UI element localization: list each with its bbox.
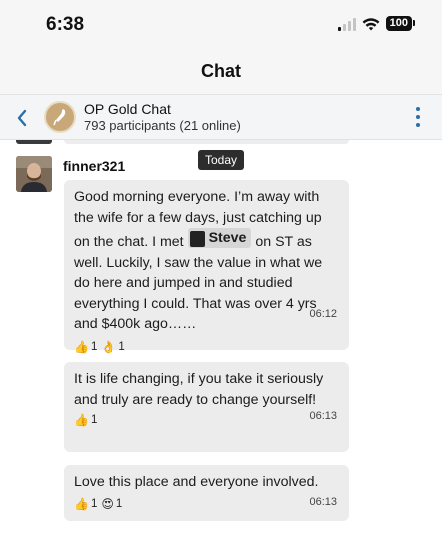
group-name[interactable]: OP Gold Chat bbox=[84, 101, 171, 117]
reaction-thumbs-up[interactable]: 👍 1 bbox=[74, 341, 97, 353]
chevron-left-icon bbox=[17, 109, 27, 127]
cellular-signal-icon bbox=[337, 17, 356, 31]
message-bubble[interactable]: Love this place and everyone involved. 0… bbox=[64, 465, 349, 521]
thumbs-up-icon: 👍 bbox=[74, 413, 89, 427]
status-time: 6:38 bbox=[46, 14, 85, 35]
message-time: 06:13 bbox=[309, 410, 337, 422]
reaction-heart-eyes[interactable]: 😍 1 bbox=[101, 498, 122, 510]
group-avatar[interactable] bbox=[44, 101, 76, 133]
user-photo bbox=[16, 156, 52, 192]
reactions: 👍 1 👌 1 bbox=[74, 341, 339, 353]
date-divider: Today bbox=[198, 150, 244, 170]
message-bubble[interactable]: It is life changing, if you take it seri… bbox=[64, 362, 349, 452]
wifi-icon bbox=[362, 17, 380, 30]
reaction-thumbs-up[interactable]: 👍 1 bbox=[74, 414, 97, 426]
thumbs-up-icon: 👍 bbox=[74, 339, 89, 354]
avatar[interactable] bbox=[16, 156, 52, 192]
nav-bar: Chat bbox=[0, 50, 442, 94]
reactions: 👍 1 😍 1 bbox=[74, 498, 339, 510]
chat-header[interactable]: OP Gold Chat 793 participants (21 online… bbox=[0, 94, 442, 140]
previous-message-bubble bbox=[64, 140, 349, 144]
mention-avatar bbox=[189, 231, 205, 247]
message-bubble[interactable]: Good morning everyone. I’m away with the… bbox=[64, 180, 349, 353]
reaction-thumbs-up[interactable]: 👍 1 bbox=[74, 498, 97, 510]
status-icons: 100 bbox=[337, 16, 416, 31]
back-button[interactable] bbox=[12, 105, 34, 129]
reactions: 👍 1 bbox=[74, 414, 339, 426]
thumbs-up-icon: 👍 bbox=[74, 496, 89, 511]
message-time: 06:12 bbox=[309, 308, 337, 320]
user-mention[interactable]: Steve bbox=[187, 228, 252, 248]
previous-avatar bbox=[16, 140, 52, 144]
sender-name[interactable]: finner321 bbox=[63, 158, 125, 174]
heart-eyes-icon: 😍 bbox=[101, 496, 114, 511]
reaction-ok-hand[interactable]: 👌 1 bbox=[101, 341, 124, 353]
group-participants: 793 participants (21 online) bbox=[84, 118, 241, 133]
message-text: It is life changing, if you take it seri… bbox=[74, 371, 324, 408]
message-time: 06:13 bbox=[309, 496, 337, 508]
feather-pen-icon bbox=[53, 109, 66, 126]
more-options-icon[interactable] bbox=[414, 107, 422, 127]
battery-icon: 100 bbox=[385, 16, 416, 31]
ok-hand-icon: 👌 bbox=[101, 339, 117, 354]
message-text: Good morning everyone. I’m away with the… bbox=[74, 189, 323, 332]
status-bar: 6:38 100 bbox=[0, 0, 442, 50]
message-text: Love this place and everyone involved. bbox=[74, 474, 319, 490]
page-title: Chat bbox=[201, 61, 241, 81]
